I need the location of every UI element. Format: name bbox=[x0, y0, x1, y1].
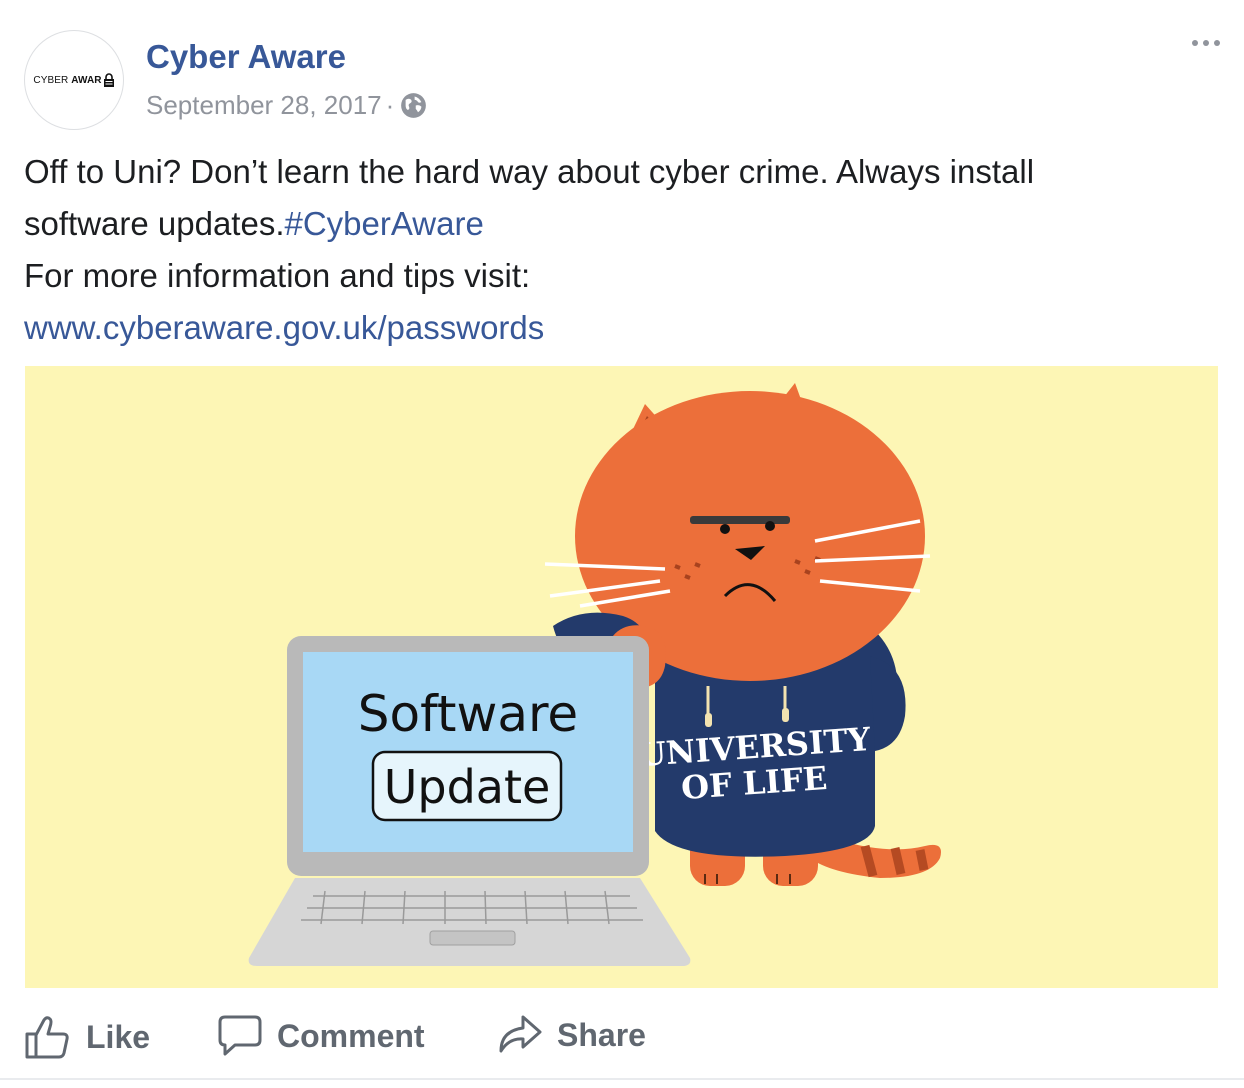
comment-label: Comment bbox=[277, 1017, 425, 1054]
comment-button[interactable]: Comment bbox=[217, 1014, 425, 1058]
external-link[interactable]: www.cyberaware.gov.uk/passwords bbox=[24, 309, 544, 346]
post-image[interactable]: UNIVERSITY OF LIFE Software Update bbox=[25, 366, 1218, 988]
more-dot-icon bbox=[1214, 40, 1220, 46]
cat-laptop-illustration: UNIVERSITY OF LIFE Software Update bbox=[25, 366, 1218, 988]
share-button[interactable]: Share bbox=[497, 1014, 646, 1056]
share-arrow-icon bbox=[499, 1015, 542, 1053]
share-label: Share bbox=[557, 1016, 646, 1053]
post-text: Off to Uni? Don’t learn the hard way abo… bbox=[24, 146, 1214, 354]
screen-text-update: Update bbox=[384, 760, 551, 814]
hashtag-link[interactable]: #CyberAware bbox=[285, 205, 484, 242]
divider bbox=[0, 1078, 1244, 1080]
globe-icon[interactable] bbox=[400, 92, 427, 119]
post-meta: September 28, 2017 · bbox=[146, 90, 427, 121]
post-text-line: software updates.#CyberAware bbox=[24, 205, 484, 242]
page-avatar[interactable]: CYBER AWAR bbox=[24, 30, 124, 130]
laptop-base bbox=[248, 878, 691, 966]
post-actions: Like Comment Share bbox=[0, 1000, 1244, 1080]
post-text-line: For more information and tips visit: bbox=[24, 257, 531, 294]
screen-text-software: Software bbox=[358, 685, 578, 743]
meta-separator: · bbox=[385, 90, 395, 120]
more-dot-icon bbox=[1203, 40, 1209, 46]
post-text-line: Off to Uni? Don’t learn the hard way abo… bbox=[24, 153, 1035, 190]
like-button[interactable]: Like bbox=[24, 1014, 150, 1060]
page-name-link[interactable]: Cyber Aware bbox=[146, 38, 346, 76]
thumbs-up-icon bbox=[25, 1016, 69, 1059]
laptop-trackpad bbox=[429, 930, 516, 946]
post-text-line: www.cyberaware.gov.uk/passwords bbox=[24, 302, 1214, 354]
avatar-logo: CYBER AWAR bbox=[33, 73, 114, 87]
more-dot-icon bbox=[1192, 40, 1198, 46]
like-label: Like bbox=[86, 1018, 151, 1055]
comment-bubble-icon bbox=[218, 1015, 262, 1056]
more-options-button[interactable] bbox=[1192, 40, 1220, 46]
lock-icon bbox=[103, 73, 114, 87]
post-date[interactable]: September 28, 2017 bbox=[146, 90, 382, 121]
facebook-post: CYBER AWAR Cyber Aware September 28, 201… bbox=[0, 0, 1244, 1088]
